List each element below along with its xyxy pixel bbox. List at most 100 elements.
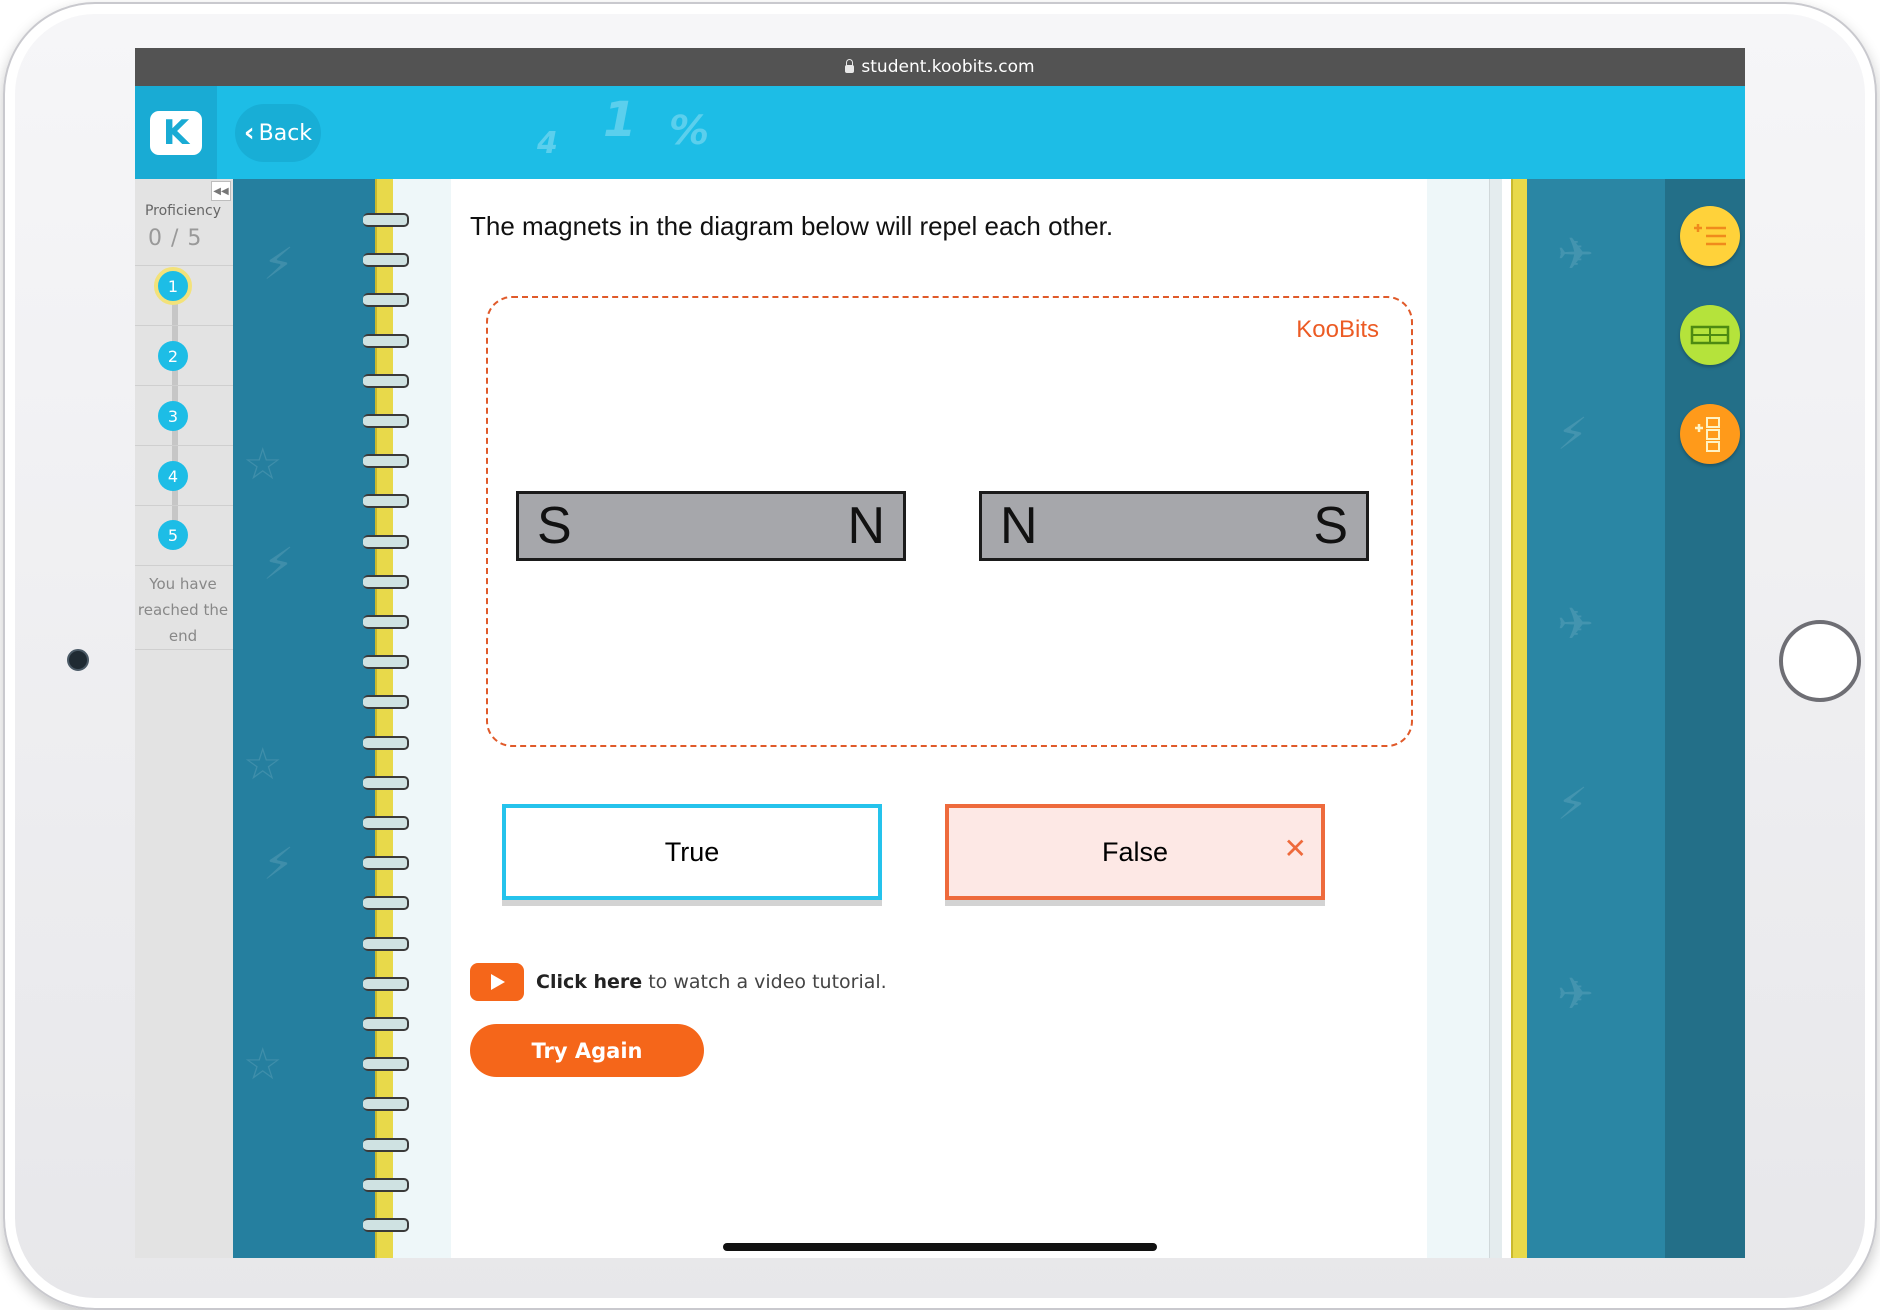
lightning-icon: ⚡ <box>1557 409 1588 460</box>
divider <box>135 325 233 326</box>
spiral-ring <box>363 293 409 307</box>
spiral-ring <box>363 896 409 910</box>
header-decoration: 4 <box>537 126 558 161</box>
paper-edge <box>1427 179 1489 1258</box>
star-icon: ☆ <box>243 1039 283 1090</box>
place-value-tool-icon <box>1695 417 1720 452</box>
notebook-binding-right <box>1511 179 1527 1258</box>
number-line-tool-button[interactable] <box>1680 206 1740 266</box>
spiral-ring <box>363 856 409 870</box>
spiral-ring <box>363 213 409 227</box>
try-again-button[interactable]: Try Again <box>470 1024 704 1077</box>
home-button[interactable] <box>1779 620 1861 702</box>
magnet-pole: N <box>847 497 885 555</box>
divider <box>135 445 233 446</box>
star-icon: ☆ <box>243 439 283 490</box>
lock-icon <box>845 59 855 73</box>
spiral-ring <box>363 494 409 508</box>
place-value-tool-button[interactable] <box>1680 404 1740 464</box>
lightning-icon: ⚡ <box>1557 779 1588 830</box>
magnet-diagram: KooBits S N N S <box>486 296 1413 747</box>
question-step-4[interactable]: 4 <box>158 461 188 491</box>
answer-false-button[interactable]: False ✕ <box>945 804 1325 900</box>
question-step-5[interactable]: 5 <box>158 520 188 550</box>
chevron-left-icon: ‹ <box>243 118 255 148</box>
front-camera <box>67 649 89 671</box>
bar-model-tool-icon <box>1690 325 1730 345</box>
magnet-pole: S <box>537 497 572 555</box>
proficiency-sidebar: ◀◀ Proficiency 0 / 5 1 2 3 4 5 You have … <box>135 179 234 1258</box>
lightning-icon: ⚡ <box>263 239 294 290</box>
paper-plane-icon: ✈ <box>1557 969 1594 1020</box>
spiral-ring <box>363 454 409 468</box>
spiral-ring <box>363 1017 409 1031</box>
end-message: You have reached the end <box>135 571 231 649</box>
proficiency-score: 0 / 5 <box>148 226 203 251</box>
spiral-ring <box>363 575 409 589</box>
magnet-pole: N <box>1000 497 1038 555</box>
koobits-logo[interactable]: K <box>135 86 217 179</box>
koobits-watermark: KooBits <box>1296 316 1379 343</box>
home-indicator[interactable] <box>723 1243 1157 1251</box>
screen: student.koobits.com K ‹ Back 4 1 % ◀◀ Pr… <box>135 48 1745 1258</box>
question-step-2[interactable]: 2 <box>158 341 188 371</box>
answer-true-button[interactable]: True <box>502 804 882 900</box>
spiral-ring <box>363 695 409 709</box>
spiral-ring <box>363 1097 409 1111</box>
url-text: student.koobits.com <box>861 57 1035 77</box>
spiral-ring <box>363 1057 409 1071</box>
spiral-ring <box>363 1138 409 1152</box>
lightning-icon: ⚡ <box>263 539 294 590</box>
answer-label: True <box>664 836 720 867</box>
spiral-ring <box>363 535 409 549</box>
spiral-ring <box>363 334 409 348</box>
notebook-cover-left: ⚡ ☆ ⚡ ☆ ⚡ ☆ <box>233 179 377 1258</box>
video-link-text: to watch a video tutorial. <box>648 971 887 993</box>
header-decoration: % <box>669 108 710 154</box>
spiral-ring <box>363 374 409 388</box>
spiral-ring <box>363 414 409 428</box>
spiral-ring <box>363 1178 409 1192</box>
divider <box>135 385 233 386</box>
paper-plane-icon: ✈ <box>1557 229 1594 280</box>
back-label: Back <box>258 120 313 146</box>
spiral-ring <box>363 736 409 750</box>
spiral-ring <box>363 977 409 991</box>
spiral-ring <box>363 615 409 629</box>
end-message-line: reached the <box>137 601 229 619</box>
end-message-line: You have <box>149 575 217 593</box>
spiral-ring <box>363 937 409 951</box>
question-step-1[interactable]: 1 <box>154 267 192 305</box>
divider <box>135 649 233 650</box>
star-icon: ☆ <box>243 739 283 790</box>
video-link[interactable]: Click here <box>536 971 642 993</box>
logo-icon: K <box>150 110 202 155</box>
divider <box>135 505 233 506</box>
spiral-ring <box>363 776 409 790</box>
divider <box>135 565 233 566</box>
spiral-ring <box>363 655 409 669</box>
magnet-left: S N <box>516 491 906 561</box>
bar-model-tool-button[interactable] <box>1680 305 1740 365</box>
proficiency-label: Proficiency <box>144 203 222 219</box>
header-decoration: 1 <box>603 92 637 148</box>
spiral-ring <box>363 253 409 267</box>
answer-label: False <box>1101 836 1169 867</box>
back-button[interactable]: ‹ Back <box>235 104 321 162</box>
play-video-icon[interactable] <box>470 963 524 1001</box>
spiral-ring <box>363 1218 409 1232</box>
end-message-line: end <box>168 627 198 645</box>
divider <box>135 265 233 266</box>
magnet-right: N S <box>979 491 1369 561</box>
lightning-icon: ⚡ <box>263 839 294 890</box>
question-text: The magnets in the diagram below will re… <box>470 211 1114 241</box>
question-step-3[interactable]: 3 <box>158 401 188 431</box>
number-line-tool-icon <box>1694 224 1726 246</box>
address-bar[interactable]: student.koobits.com <box>135 48 1745 86</box>
collapse-sidebar-icon[interactable]: ◀◀ <box>211 181 231 201</box>
spiral-ring <box>363 816 409 830</box>
app-header: K ‹ Back 4 1 % <box>135 86 1745 179</box>
paper-edge-line <box>1489 179 1502 1258</box>
magnet-pole: S <box>1313 497 1348 555</box>
video-tutorial: Click here to watch a video tutorial. <box>470 963 887 1001</box>
